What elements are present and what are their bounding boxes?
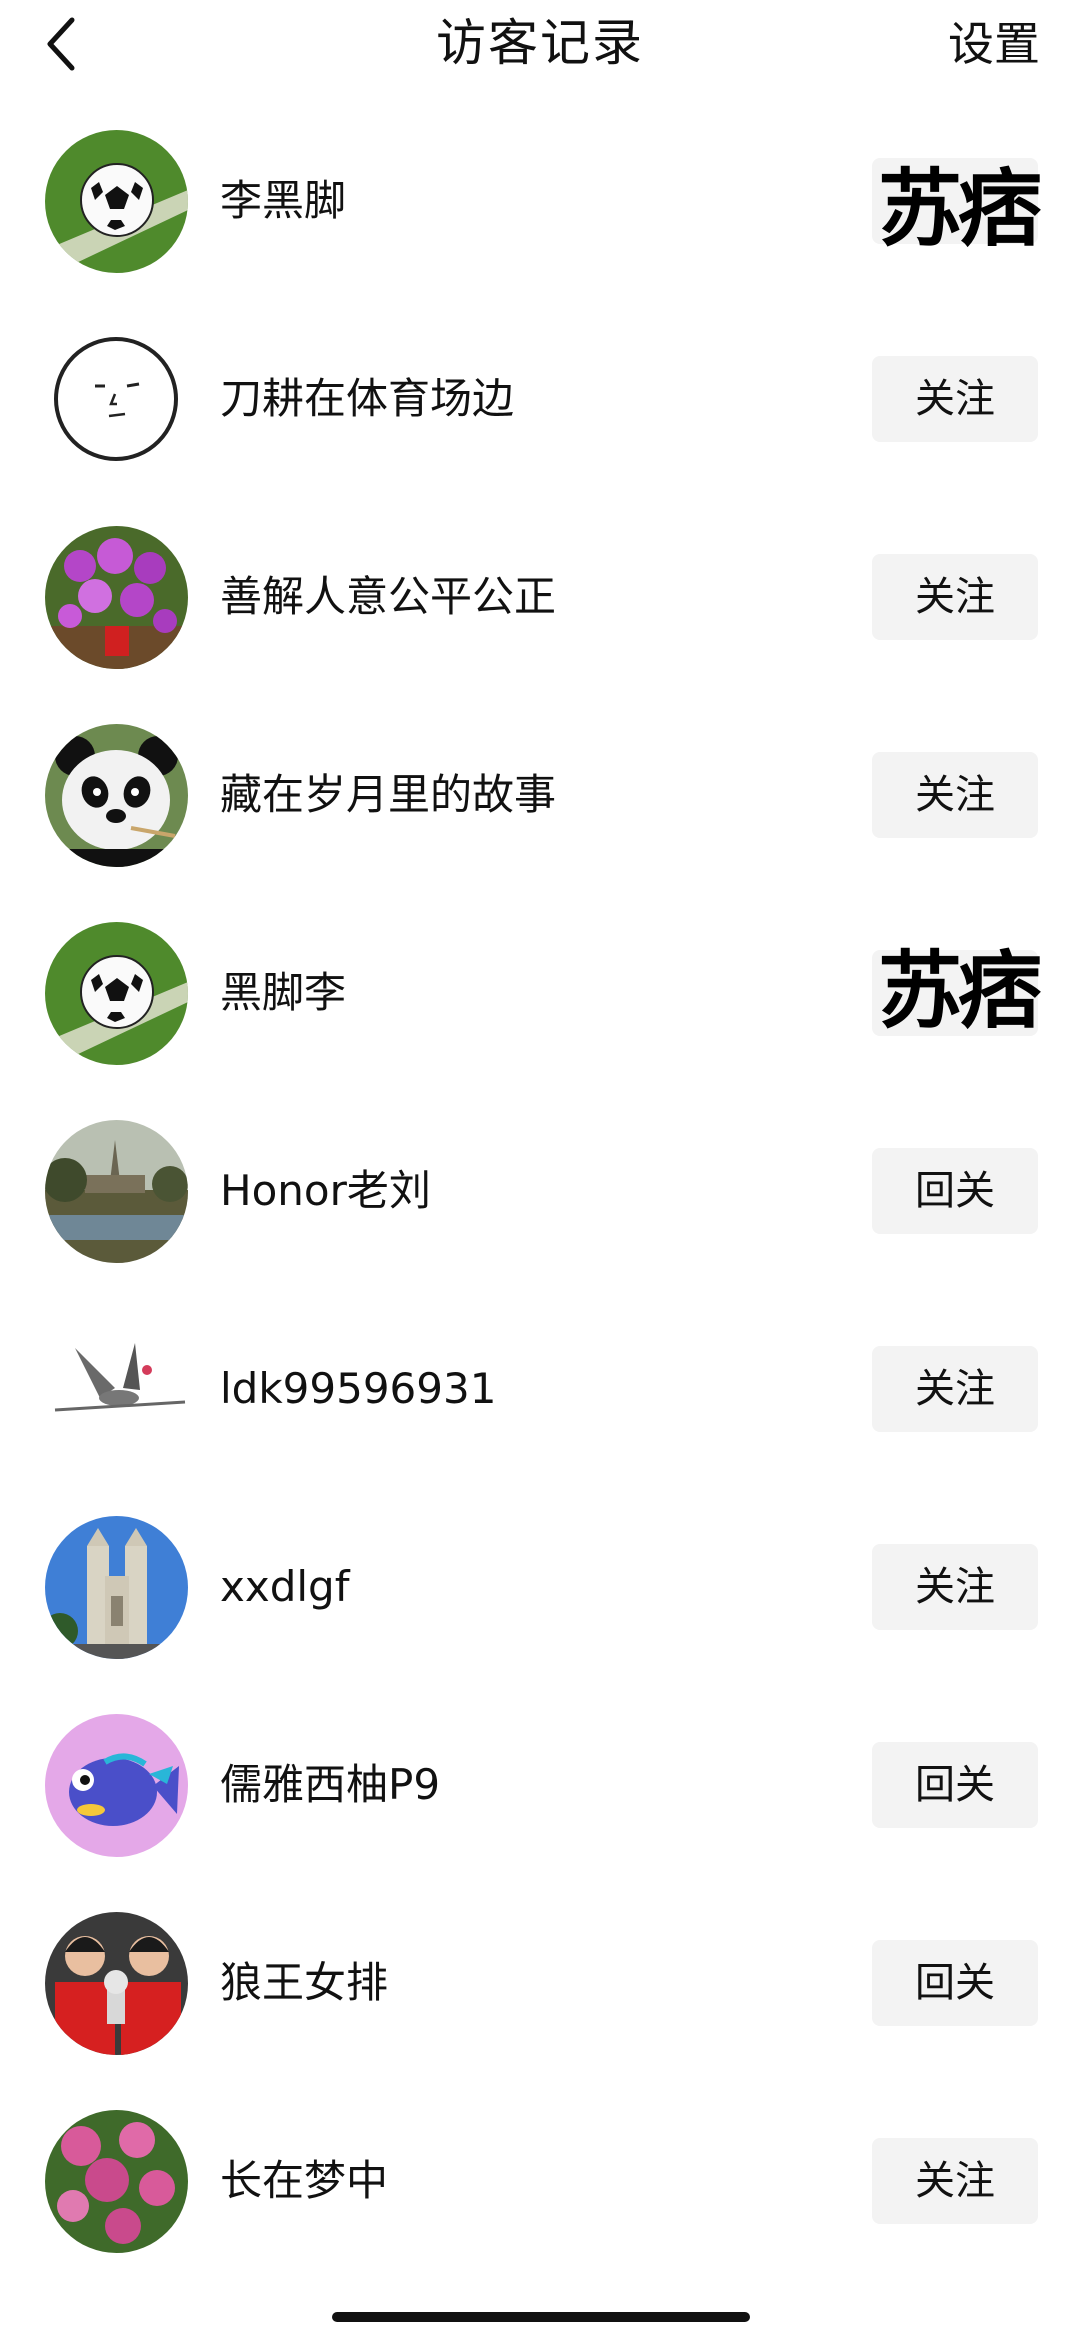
follow-back-button[interactable]: 回关	[872, 1742, 1038, 1828]
landscape-painting-avatar[interactable]	[45, 1120, 188, 1263]
panda-avatar[interactable]	[45, 724, 188, 867]
visitor-name[interactable]: 藏在岁月里的故事	[220, 760, 556, 830]
peony-flowers-avatar[interactable]	[45, 2110, 188, 2253]
list-item[interactable]: 刀耕在体育场边 关注	[0, 328, 1080, 526]
follow-button[interactable]: 关注	[872, 1544, 1038, 1630]
list-item[interactable]: Honor老刘 回关	[0, 1120, 1080, 1318]
list-item[interactable]: 黑脚李 苏痞	[0, 922, 1080, 1120]
follow-button[interactable]: 关注	[872, 2138, 1038, 2224]
follow-back-button[interactable]: 回关	[872, 1148, 1038, 1234]
visitor-name[interactable]: Honor老刘	[220, 1156, 431, 1226]
stamp-text-overlay: 苏痞	[878, 160, 1042, 258]
settings-button[interactable]: 设置	[948, 14, 1040, 74]
list-item[interactable]: ldk99596931 关注	[0, 1318, 1080, 1516]
follow-button[interactable]: 关注	[872, 752, 1038, 838]
home-indicator[interactable]	[332, 2312, 750, 2322]
cartoon-fish-avatar[interactable]	[45, 1714, 188, 1857]
visitor-name[interactable]: 儒雅西柚P9	[220, 1750, 440, 1820]
volleyball-players-avatar[interactable]	[45, 1912, 188, 2055]
list-item[interactable]: xxdlgf 关注	[0, 1516, 1080, 1714]
follow-button[interactable]: 关注	[872, 1346, 1038, 1432]
top-bar: 访客记录 设置	[0, 0, 1080, 90]
orchid-flowers-avatar[interactable]	[45, 526, 188, 669]
visitor-name[interactable]: 狼王女排	[220, 1948, 388, 2018]
crane-bird-avatar[interactable]	[45, 1318, 188, 1461]
visitor-name[interactable]: ldk99596931	[220, 1354, 496, 1424]
visitor-name[interactable]: xxdlgf	[220, 1552, 350, 1622]
visitor-name[interactable]: 刀耕在体育场边	[220, 364, 514, 434]
follow-back-button[interactable]: 回关	[872, 1940, 1038, 2026]
follow-button[interactable]: 关注	[872, 356, 1038, 442]
list-item[interactable]: 李黑脚 苏痞	[0, 130, 1080, 328]
list-item[interactable]: 狼王女排 回关	[0, 1912, 1080, 2110]
page-title: 访客记录	[436, 14, 644, 72]
list-item[interactable]: 长在梦中 关注	[0, 2110, 1080, 2308]
soccer-ball-avatar[interactable]	[45, 130, 188, 273]
visitor-name[interactable]: 善解人意公平公正	[220, 562, 556, 632]
visitor-name[interactable]: 黑脚李	[220, 958, 346, 1028]
list-item[interactable]: 善解人意公平公正 关注	[0, 526, 1080, 724]
soccer-ball-avatar[interactable]	[45, 922, 188, 1065]
stamp-text-overlay: 苏痞	[878, 942, 1042, 1040]
follow-button[interactable]: 关注	[872, 554, 1038, 640]
visitor-name[interactable]: 李黑脚	[220, 166, 346, 236]
visitor-list: 李黑脚 苏痞 刀耕在体育场边 关注 善解人意公平公正 关注 藏在岁月里的故事 关…	[0, 130, 1080, 2308]
list-item[interactable]: 儒雅西柚P9 回关	[0, 1714, 1080, 1912]
face-doodle-avatar[interactable]	[45, 328, 188, 471]
visitor-name[interactable]: 长在梦中	[220, 2146, 388, 2216]
cathedral-avatar[interactable]	[45, 1516, 188, 1659]
list-item[interactable]: 藏在岁月里的故事 关注	[0, 724, 1080, 922]
